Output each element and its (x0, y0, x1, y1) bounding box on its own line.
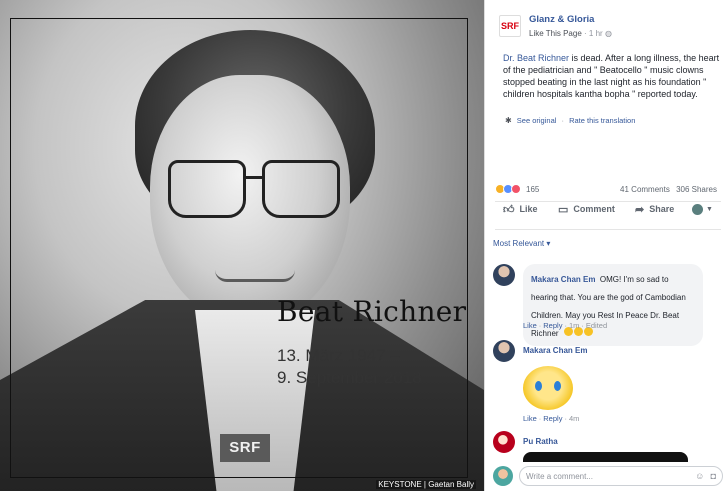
photo-dates-birth: 13. März 1947 – (277, 346, 400, 365)
comment-time[interactable]: 4m (569, 414, 579, 423)
gear-icon: ✱ (505, 116, 512, 125)
chevron-down-icon: ▾ (546, 239, 551, 248)
comment-body: Makara Chan Em (523, 340, 587, 362)
current-user-avatar (493, 466, 513, 486)
thumbs-up-icon: 👍︎ (503, 203, 515, 216)
divider (495, 229, 721, 230)
meta-separator: · (581, 321, 584, 330)
speech-bubble-icon: ▭ (558, 203, 569, 216)
post-body-mention[interactable]: Dr. Beat Richner (503, 53, 569, 63)
comment-input[interactable]: Write a comment... ☺ ◘ (519, 466, 723, 486)
comment-author[interactable]: Makara Chan Em (531, 275, 595, 284)
write-comment-row: Write a comment... ☺ ◘ (493, 465, 723, 487)
reaction-count: 165 (526, 184, 540, 194)
srf-logo-badge: SRF (220, 434, 270, 462)
rate-translation-link[interactable]: Rate this translation (569, 116, 635, 125)
meta-separator: · (538, 321, 542, 330)
comment-image-preview[interactable] (523, 452, 688, 462)
reaction-summary[interactable]: 165 (495, 184, 539, 194)
comment-input-icons: ☺ ◘ (691, 471, 716, 481)
comment-edited[interactable]: Edited (586, 321, 607, 330)
comment-item: Makara Chan Em OMG! I'm so sad to hearin… (493, 264, 703, 346)
post-photo[interactable]: Beat Richner 13. März 1947 – 9. Septembe… (0, 0, 484, 491)
share-button[interactable]: ➦ Share (635, 203, 674, 216)
commenter-avatar[interactable] (493, 264, 515, 286)
comment-author[interactable]: Makara Chan Em (523, 346, 587, 355)
post-side-panel: SRF Glanz & Gloria Like This Page · 1 hr… (484, 0, 727, 491)
share-button-label: Share (649, 204, 675, 214)
chevron-down-icon: ▼ (706, 205, 713, 213)
commenter-avatar[interactable] (493, 431, 515, 453)
photo-credit: KEYSTONE | Gaetan Bally (376, 480, 476, 489)
like-page-link[interactable]: Like This Page (529, 29, 582, 38)
comment-reply-link[interactable]: Reply (543, 414, 562, 423)
shares-count-link[interactable]: 306 Shares (676, 185, 717, 194)
comment-author[interactable]: Pu Ratha (523, 437, 558, 446)
see-original-link[interactable]: See original (517, 116, 557, 125)
comment-button[interactable]: ▭ Comment (558, 203, 615, 216)
meta-separator: · (538, 414, 542, 423)
comment-button-label: Comment (573, 204, 615, 214)
photo-frame (10, 18, 468, 478)
like-button[interactable]: 👍︎ Like (503, 203, 538, 216)
page-avatar[interactable]: SRF (499, 15, 521, 37)
comment-time[interactable]: 1m (569, 321, 579, 330)
share-arrow-icon: ➦ (635, 203, 645, 216)
like-button-label: Like (519, 204, 538, 214)
comment-meta: Like · Reply · 4m (523, 414, 579, 423)
comment-like-link[interactable]: Like (523, 414, 537, 423)
photo-dates-death: 9. September 2018 (277, 368, 422, 387)
meta-separator: · (564, 414, 567, 423)
comment-bubble: Makara Chan Em OMG! I'm so sad to hearin… (523, 264, 703, 346)
comment-item: Pu Ratha (493, 431, 558, 453)
post-body: Dr. Beat Richner is dead. After a long i… (503, 52, 721, 100)
post-meta: Like This Page · 1 hr ◍ (529, 29, 612, 38)
comment-meta: Like · Reply · 1m · Edited (523, 321, 607, 330)
comment-item: Makara Chan Em (493, 340, 587, 362)
meta-separator: · (564, 321, 567, 330)
engagement-counts: 41 Comments 306 Shares (616, 185, 717, 194)
user-avatar-mini (692, 203, 703, 215)
translation-links: ✱ See original · Rate this translation (505, 116, 635, 125)
emoji-icon[interactable]: ☺ (695, 471, 704, 481)
translate-separator: · (561, 116, 565, 125)
post-time[interactable]: 1 hr (589, 29, 603, 38)
comment-body: Pu Ratha (523, 431, 558, 453)
comment-reply-link[interactable]: Reply (543, 321, 562, 330)
comment-sort-label: Most Relevant (493, 239, 545, 248)
comments-count-link[interactable]: 41 Comments (620, 185, 670, 194)
comment-input-placeholder: Write a comment... (526, 471, 593, 481)
globe-icon: ◍ (604, 29, 612, 38)
camera-icon[interactable]: ◘ (711, 471, 716, 481)
page-name-link[interactable]: Glanz & Gloria (529, 14, 594, 25)
commenter-avatar[interactable] (493, 340, 515, 362)
photo-name: Beat Richner (277, 295, 467, 328)
comment-sort-dropdown[interactable]: Most Relevant ▾ (493, 239, 550, 248)
crying-sticker (523, 366, 573, 410)
comment-like-link[interactable]: Like (523, 321, 537, 330)
love-reaction-icon (511, 184, 521, 194)
react-as-selector[interactable]: ▼ (692, 203, 713, 215)
photo-dates: 13. März 1947 – 9. September 2018 (277, 345, 447, 389)
